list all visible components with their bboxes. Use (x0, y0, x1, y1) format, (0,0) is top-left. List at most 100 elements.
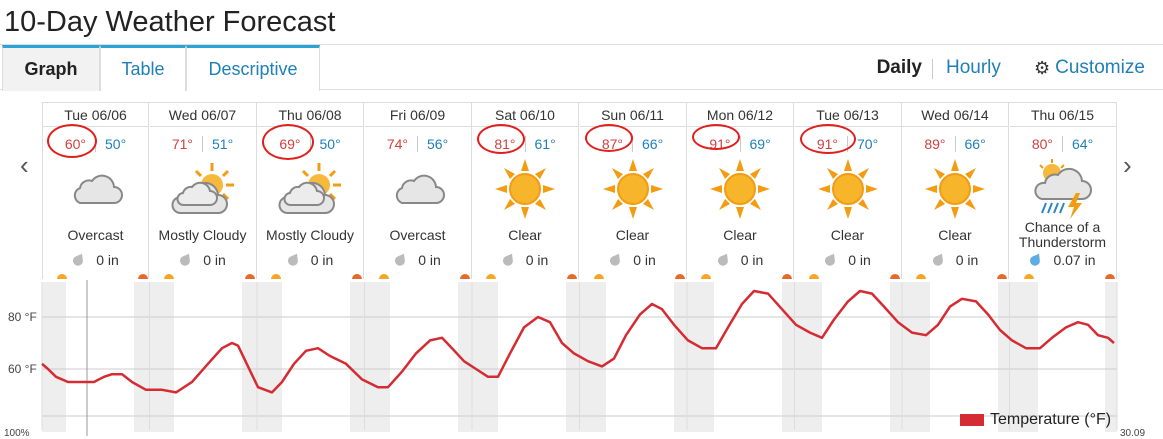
raindrop-icon (609, 252, 623, 269)
gear-icon: ⚙ (1034, 57, 1051, 78)
sunrise-icon (163, 274, 174, 279)
high-temp: 71° (171, 136, 193, 152)
condition-text: Clear (723, 226, 757, 243)
day-column[interactable]: Fri 06/09 74° 56° Overcast 0 in (364, 103, 472, 279)
precip-amount: 0 in (418, 252, 441, 268)
precipitation: 0 in (150, 249, 256, 271)
night-band (458, 282, 498, 432)
day-date: Thu 06/08 (257, 103, 363, 127)
low-temp: 50° (105, 136, 127, 152)
sunrise-icon (271, 274, 281, 279)
sunrise-icon (1023, 274, 1034, 279)
page-title: 10-Day Weather Forecast (4, 6, 336, 38)
sunrise-icon (916, 274, 926, 279)
day-column[interactable]: Thu 06/15 80° 64° Chance of a Thunderstorm 0… (1009, 103, 1117, 279)
low-temp: 66° (964, 136, 986, 152)
day-date: Mon 06/12 (687, 103, 793, 127)
partly-cloudy-icon (150, 159, 256, 219)
raindrop-icon (932, 252, 946, 269)
sun-markers (902, 271, 1009, 279)
night-band (782, 282, 822, 432)
temp-divider (1062, 136, 1063, 152)
sunset-icon (352, 274, 362, 279)
annotation-circle (584, 124, 633, 152)
low-temp: 69° (749, 136, 771, 152)
precip-amount: 0 in (633, 252, 656, 268)
high-temp: 74° (386, 136, 408, 152)
low-temp: 51° (212, 136, 234, 152)
tab-bar: Graph Table Descriptive Daily Hourly ⚙ C… (0, 44, 1163, 91)
annotation-circle (262, 124, 314, 160)
sunset-icon (674, 274, 685, 279)
sun-icon (795, 159, 901, 219)
raindrop-icon (179, 252, 193, 269)
high-temp: 80° (1031, 136, 1053, 152)
night-band (242, 282, 282, 432)
precip-amount: 0 in (96, 252, 119, 268)
customize-button[interactable]: ⚙ Customize (1034, 57, 1145, 79)
sunset-icon (1104, 274, 1115, 279)
sunset-icon (997, 274, 1007, 279)
next-arrow-icon[interactable]: › (1123, 150, 1132, 181)
night-band (998, 282, 1038, 432)
low-temp: 61° (534, 136, 556, 152)
night-band (42, 282, 66, 432)
day-date: Tue 06/06 (43, 103, 148, 127)
day-date: Fri 06/09 (364, 103, 471, 127)
precip-amount: 0 in (203, 252, 226, 268)
cloud-icon (43, 159, 148, 219)
day-temps: 71° 51° (150, 129, 256, 159)
sun-markers (1010, 271, 1117, 279)
tab-table[interactable]: Table (100, 45, 186, 91)
thunderstorm-icon (1010, 159, 1116, 219)
tab-descriptive[interactable]: Descriptive (186, 45, 320, 91)
precipitation: 0 in (902, 249, 1008, 271)
partly-cloudy-icon (257, 159, 363, 219)
condition-text: Overcast (67, 226, 124, 243)
precip-amount: 0 in (525, 252, 549, 268)
day-date: Sun 06/11 (579, 103, 686, 127)
sun-markers (795, 271, 902, 279)
day-temps: 89° 66° (902, 129, 1008, 159)
day-strip: Tue 06/06 60° 50° Overcast 0 in Wed 06/07 71° 5… (42, 102, 1117, 279)
sun-markers (472, 271, 579, 279)
condition-text: Clear (508, 226, 542, 243)
sun-markers (257, 271, 364, 279)
sun-markers (365, 271, 472, 279)
sunrise-icon (486, 274, 496, 279)
day-date: Tue 06/13 (794, 103, 901, 127)
precip-amount: 0 in (848, 252, 871, 268)
day-date: Wed 06/14 (902, 103, 1008, 127)
sunrise-icon (701, 274, 711, 279)
condition-text: Clear (830, 226, 865, 243)
temp-divider (202, 136, 203, 152)
day-date: Wed 06/07 (149, 103, 256, 127)
night-band (890, 282, 930, 432)
temp-divider (417, 136, 418, 152)
raindrop-icon (824, 252, 838, 269)
tab-graph[interactable]: Graph (2, 45, 100, 91)
precipitation: 0 in (257, 249, 363, 271)
sun-icon (687, 159, 793, 219)
sun-markers (43, 271, 150, 279)
hourly-toggle[interactable]: Hourly (946, 57, 1001, 79)
toggle-divider (932, 59, 933, 79)
sun-markers (687, 271, 794, 279)
precipitation: 0 in (43, 249, 148, 271)
raindrop-icon (287, 252, 301, 269)
precip-amount: 0 in (310, 252, 334, 268)
daily-toggle[interactable]: Daily (877, 57, 922, 79)
previous-arrow-icon[interactable]: ‹ (20, 150, 29, 181)
low-temp: 56° (427, 136, 449, 152)
customize-label: Customize (1055, 57, 1145, 78)
sunset-icon (138, 274, 148, 279)
pressure-axis-label: 30.09 (1120, 428, 1146, 439)
humidity-axis-label: 100% (4, 428, 30, 439)
night-band (134, 282, 174, 432)
day-column[interactable]: Wed 06/07 71° 51° Mostly Cloudy 0 in (149, 103, 257, 279)
annotation-circle (799, 124, 856, 154)
precip-amount: 0 in (955, 252, 979, 268)
sunrise-icon (593, 274, 604, 279)
raindrop-icon (394, 252, 408, 269)
day-column[interactable]: Wed 06/14 89° 66° Clear 0 in (902, 103, 1009, 279)
